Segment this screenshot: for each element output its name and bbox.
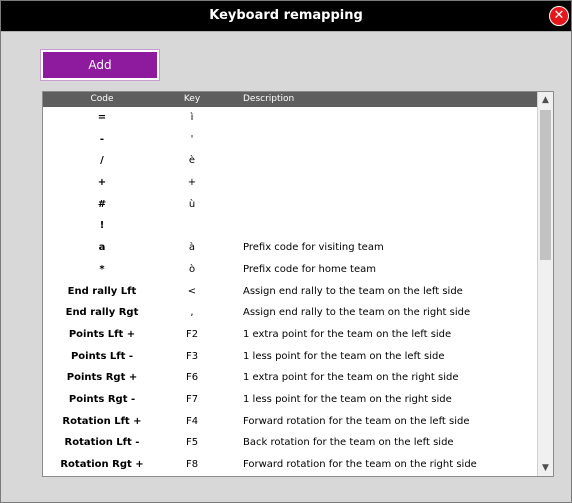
code-cell: # (97, 198, 107, 210)
key-cell: à (188, 242, 196, 254)
code-cell: Points Rgt - (68, 393, 136, 405)
key-cell: F4 (185, 415, 199, 427)
table-row[interactable]: a à Prefix code for visiting team (43, 237, 537, 259)
table-row[interactable]: # ù (43, 194, 537, 216)
title-bar: Keyboard remapping ✕ (1, 1, 571, 31)
table-row[interactable]: / è (43, 150, 537, 172)
code-cell: * (99, 263, 105, 275)
code-cell: / (100, 155, 104, 167)
description-cell (243, 194, 535, 216)
scroll-thumb[interactable] (540, 110, 551, 260)
table-row[interactable]: Rotation Rgt + F8 Forward rotation for the… (43, 454, 537, 476)
description-cell: Forward rotation for the team on the rig… (243, 459, 477, 470)
table-row[interactable]: Points Rgt - F7 1 less point for the team … (43, 389, 537, 411)
table-row[interactable]: ! (43, 215, 537, 237)
description-cell: Prefix code for visiting team (243, 242, 384, 254)
key-cell: ù (188, 198, 196, 210)
code-cell: Rotation Lft + (62, 415, 142, 427)
scroll-down-icon[interactable]: ▼ (538, 460, 553, 476)
window-title: Keyboard remapping (209, 8, 363, 23)
description-cell (243, 107, 535, 129)
code-cell: - (99, 133, 105, 145)
description-cell (243, 215, 535, 237)
description-cell: Assign end rally to the team on the righ… (243, 307, 471, 319)
column-header-key[interactable]: Key (161, 92, 223, 107)
scroll-up-icon[interactable]: ▲ (538, 92, 553, 108)
description-cell: 1 less point for the team on the left si… (243, 350, 445, 362)
description-cell: Prefix code for home team (243, 263, 376, 275)
key-cell: F2 (185, 328, 199, 340)
code-cell: Points Lft + (68, 328, 136, 340)
code-cell: End rally Rgt (65, 307, 139, 319)
key-cell: ì (190, 112, 194, 123)
code-cell: Rotation Lft - (64, 437, 140, 449)
column-header-description[interactable]: Description (243, 92, 533, 107)
key-cell: , (190, 307, 194, 319)
key-cell: è (188, 155, 196, 167)
code-cell: Points Lft - (70, 350, 134, 362)
code-cell: ! (99, 220, 105, 232)
add-button[interactable]: Add (40, 49, 160, 81)
table-body: = ì - ' / è + + # ù! a à Prefix code for visiting te… (43, 107, 537, 476)
code-cell: a (98, 242, 106, 254)
column-header-code[interactable]: Code (43, 92, 161, 107)
key-cell: ' (190, 133, 194, 145)
keyboard-remapping-window: Keyboard remapping ✕ Add Code Key Descri… (0, 0, 572, 503)
key-cell: < (187, 285, 197, 297)
code-cell: = (97, 112, 107, 123)
table-row[interactable]: Points Rgt + F6 1 extra point for the team… (43, 367, 537, 389)
code-cell: + (97, 177, 107, 189)
description-cell: Back rotation for the team on the left s… (243, 437, 454, 449)
description-cell: Forward rotation for the team on the lef… (243, 415, 470, 427)
table-row[interactable]: + + (43, 172, 537, 194)
description-cell: 1 extra point for the team on the left s… (243, 328, 452, 340)
table-row[interactable]: Rotation Lft + F4 Forward rotation for the… (43, 411, 537, 433)
table-row[interactable]: * ò Prefix code for home team (43, 259, 537, 281)
description-cell: 1 extra point for the team on the right … (243, 372, 459, 384)
code-cell: End rally Lft (67, 285, 137, 297)
key-cell: F7 (185, 393, 199, 405)
key-cell: F6 (185, 372, 199, 384)
key-cell: ò (188, 263, 196, 275)
key-cell (161, 215, 223, 237)
description-cell (243, 172, 535, 194)
table-row[interactable]: = ì (43, 107, 537, 129)
description-cell: Assign end rally to the team on the left… (243, 285, 463, 297)
table-row[interactable]: Rotation Lft - F5 Back rotation for the te… (43, 432, 537, 454)
table-row[interactable]: End rally Rgt, Assign end rally to the te… (43, 302, 537, 324)
close-button[interactable]: ✕ (549, 6, 569, 26)
vertical-scrollbar[interactable]: ▲ ▼ (537, 92, 553, 476)
dialog-content: Add Code Key Description = ì - ' / è + + # ù! a à Pr… (1, 31, 571, 502)
key-cell: F8 (185, 459, 199, 470)
table-row[interactable]: - ' (43, 129, 537, 151)
table-row[interactable]: Points Lft - F3 1 less point for the team … (43, 346, 537, 368)
description-cell (243, 150, 535, 172)
remapping-table: Code Key Description = ì - ' / è + + # ù! a à Prefix… (42, 91, 554, 477)
key-cell: + (187, 177, 197, 189)
description-cell: 1 less point for the team on the right s… (243, 393, 452, 405)
description-cell (243, 129, 535, 151)
table-row[interactable]: Points Lft + F2 1 extra point for the team… (43, 324, 537, 346)
table-row[interactable]: End rally Lft < Assign end rally to the te… (43, 281, 537, 303)
code-cell: Points Rgt + (66, 372, 138, 384)
key-cell: F3 (185, 350, 199, 362)
code-cell: Rotation Rgt + (60, 459, 144, 470)
key-cell: F5 (185, 437, 199, 449)
table-header: Code Key Description (43, 92, 537, 107)
